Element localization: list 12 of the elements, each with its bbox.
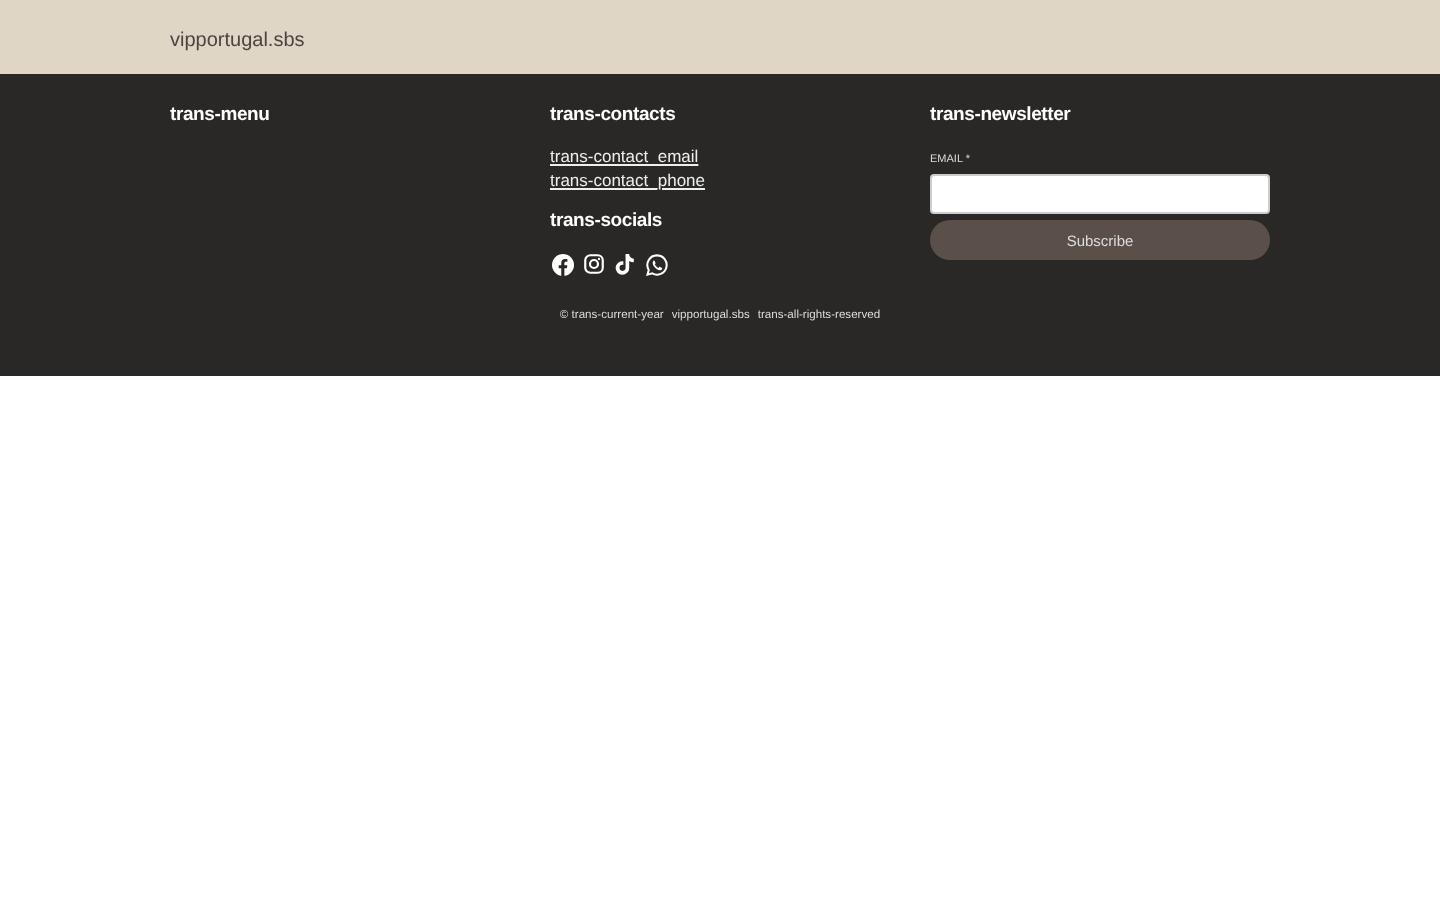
email-field[interactable] xyxy=(930,174,1270,214)
site-name[interactable]: vipportugal.sbs xyxy=(170,29,305,51)
whatsapp-icon[interactable] xyxy=(646,253,668,275)
contact-link[interactable]: trans-contact_email xyxy=(550,146,699,168)
socials-heading: trans-socials xyxy=(550,208,665,236)
newsletter-heading: trans-newsletter xyxy=(930,102,1073,130)
facebook-icon[interactable] xyxy=(552,253,574,275)
contacts-heading: trans-contacts xyxy=(550,102,678,130)
menu-heading: trans-menu xyxy=(170,102,272,130)
tiktok-icon[interactable] xyxy=(614,252,636,276)
instagram-icon[interactable] xyxy=(584,254,604,274)
contact-link[interactable]: trans-contact_phone xyxy=(550,170,705,192)
